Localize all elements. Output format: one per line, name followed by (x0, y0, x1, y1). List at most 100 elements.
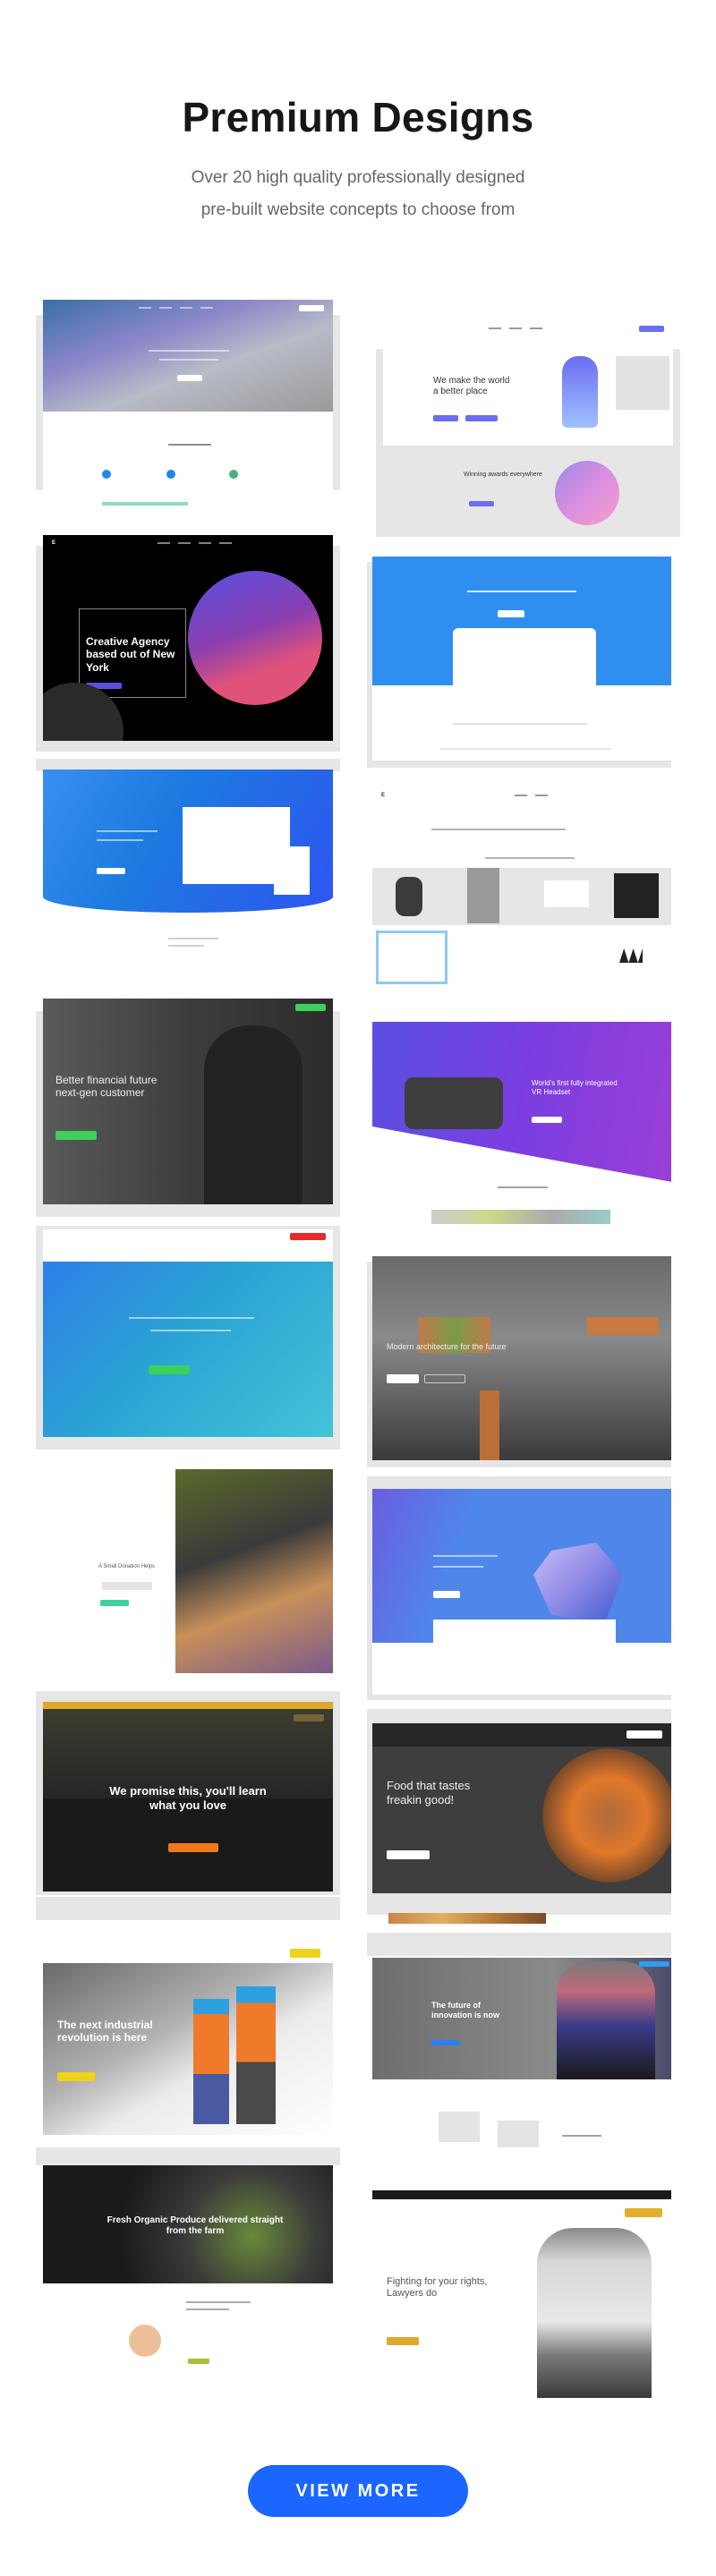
card-shadow (367, 1933, 671, 1956)
nav-cta (290, 1949, 320, 1958)
hero-headline: The next industrial revolution is here (57, 2019, 153, 2045)
concept-preview: startup-illustration We make the world a… (383, 320, 673, 446)
donate-button (100, 1600, 129, 1606)
section-subtitle-line2: pre-built website concepts to choose fro… (200, 200, 516, 219)
concept-card-innovation[interactable]: The future of innovation is now (367, 1933, 671, 2165)
hero-cta (55, 1131, 97, 1140)
illustration-figure (562, 356, 598, 428)
concept-card-industrial[interactable]: The next industrial revolution is here (36, 1897, 340, 2147)
nav-cta (290, 1233, 326, 1240)
hero-headline: A Small Donation Helps (98, 1564, 156, 1569)
section-title: Premium Designs (182, 94, 534, 140)
nav-cta (626, 1730, 662, 1739)
hero-cta (431, 2040, 460, 2045)
concept-card-hosting[interactable] (36, 1226, 340, 1450)
hero-headline: We make the world a better place (433, 376, 510, 396)
top-bar (372, 2190, 671, 2199)
hero-headline: Fighting for your rights, Lawyers do (387, 2276, 488, 2300)
concept-card-restaurant[interactable]: Food that tastes freakin good! (367, 1700, 671, 1933)
product-laptop (614, 873, 659, 918)
person-photo (204, 1025, 303, 1204)
concept-preview (43, 1229, 333, 1437)
nav-cta (295, 1004, 326, 1011)
worker-figure (236, 1986, 276, 2124)
hero-headline: Creative Agency based out of New York (86, 635, 175, 674)
product-logo (619, 948, 643, 963)
concept-card-shop[interactable]: E (367, 778, 671, 1011)
concept-preview (372, 1489, 671, 1695)
section-subtitle-line1: Over 20 high quality professionally desi… (191, 168, 525, 187)
concept-preview: Better financial future next-gen custome… (43, 999, 333, 1204)
concept-preview (43, 300, 333, 506)
concept-preview: A Small Donation Helps (43, 1466, 333, 1673)
hero-background (43, 1963, 333, 2135)
product-watch (396, 877, 422, 916)
hero-headline: World's first fully integrated VR Headse… (532, 1079, 618, 1096)
concept-preview: Food that tastes freakin good! (372, 1723, 671, 1893)
concept-preview (372, 557, 671, 761)
concept-preview: The next industrial revolution is here (43, 1933, 333, 2135)
concept-card-saas-app[interactable] (367, 546, 671, 778)
concept-preview: Fresh Organic Produce delivered straight… (43, 2165, 333, 2389)
concept-card-organic[interactable]: Fresh Organic Produce delivered straight… (36, 2147, 340, 2389)
concept-card-charity[interactable]: A Small Donation Helps (36, 1458, 340, 1673)
hero-cta (387, 2337, 419, 2345)
hero-headline: We promise this, you'll learn what you l… (109, 1784, 267, 1812)
concept-preview: Modern architecture for the future (372, 1256, 671, 1460)
dashboard-mockup (453, 628, 596, 691)
concept-preview: We promise this, you'll learn what you l… (43, 1702, 333, 1892)
produce-icon (129, 2325, 161, 2357)
nav-cta (639, 1961, 669, 1967)
hero-headline: Better financial future next-gen custome… (55, 1074, 158, 1100)
food-bowl (542, 1748, 671, 1883)
concept-preview: E (372, 787, 671, 1002)
lawyer-portrait (537, 2228, 652, 2398)
hero-headline: Food that tastes freakin good! (387, 1779, 471, 1807)
top-bar (43, 1702, 333, 1709)
concept-card-education[interactable]: We promise this, you'll learn what you l… (36, 1691, 340, 1897)
view-more-button[interactable]: VIEW MORE (248, 2465, 468, 2517)
concept-card-creative-agency[interactable]: E Creative Agency based out of New York (36, 528, 340, 752)
donation-input (102, 1582, 152, 1590)
hero-cta (168, 1843, 218, 1852)
feature-icon (229, 470, 238, 479)
feature-strip (433, 1620, 616, 1655)
preview-nav (43, 300, 333, 316)
card-shadow (36, 1897, 340, 1920)
gradient-sphere (188, 571, 322, 705)
feature-icon (102, 470, 111, 479)
child-photo (175, 1469, 333, 1673)
concept-card-lawyer[interactable]: Fighting for your rights, Lawyers do (367, 2174, 671, 2398)
concept-preview: Fighting for your rights, Lawyers do (372, 2190, 671, 2398)
concept-preview: The future of innovation is now (372, 1958, 671, 2079)
concept-card-startup-illustration[interactable]: startup-illustration We make the world a… (376, 313, 680, 537)
hero-background (43, 1262, 333, 1437)
illustration-circle (555, 461, 619, 525)
concept-card-architecture[interactable]: Modern architecture for the future (367, 1244, 671, 1467)
concept-card-finance[interactable]: Better financial future next-gen custome… (36, 993, 340, 1226)
house-door (480, 1390, 499, 1460)
card-shadow (36, 2147, 340, 2165)
hero-headline: The future of innovation is now (431, 2001, 499, 2019)
hero-headline: Fresh Organic Produce delivered straight… (107, 2215, 284, 2236)
hero-cta (149, 1365, 190, 1374)
section-heading: Winning awards everywhere (464, 472, 542, 478)
hero-headline: Modern architecture for the future (387, 1342, 507, 1351)
product-apparel (467, 868, 499, 923)
hero-cta (177, 375, 202, 381)
illustration-city (616, 356, 669, 410)
vr-headset (405, 1077, 503, 1129)
product-shoe (544, 880, 589, 907)
concept-card-isometric-tech[interactable] (367, 1476, 671, 1700)
concept-card-app-showcase[interactable] (36, 759, 340, 982)
worker-figure (193, 1999, 229, 2124)
nav-cta (625, 2208, 662, 2217)
concept-preview (43, 769, 333, 981)
hero-background (43, 300, 333, 412)
person-photo (557, 1961, 655, 2079)
concept-preview: E Creative Agency based out of New York (43, 535, 333, 741)
concept-preview: World's first fully integrated VR Headse… (372, 1022, 671, 1226)
feature-icon (166, 470, 175, 479)
concept-card-landing-mountain[interactable] (36, 295, 340, 510)
concept-card-vr-product[interactable]: World's first fully integrated VR Headse… (367, 1011, 671, 1226)
